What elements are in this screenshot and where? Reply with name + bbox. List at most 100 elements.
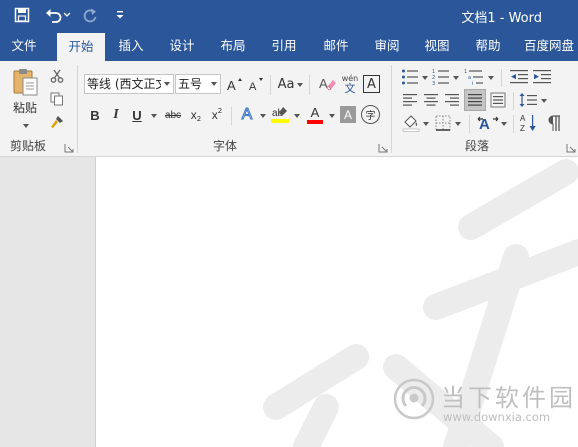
format-painter-button[interactable] <box>48 113 66 131</box>
document-title: 文档1 - Word <box>461 11 542 26</box>
highlight-button[interactable]: ab <box>270 104 290 126</box>
font-name-dropdown-icon[interactable] <box>161 75 173 93</box>
bold-button[interactable]: B <box>86 105 104 125</box>
highlighter-icon: ab <box>271 107 289 123</box>
change-case-button[interactable]: Aa <box>276 74 296 94</box>
group-separator <box>77 65 78 153</box>
tab-view[interactable]: 视图 <box>414 30 460 61</box>
character-shading-button[interactable]: A <box>340 106 356 123</box>
shading-dropdown-icon[interactable] <box>423 122 429 126</box>
align-center-button[interactable] <box>421 90 441 110</box>
bullets-button[interactable] <box>400 67 420 87</box>
sort-button[interactable]: AZ <box>519 112 539 134</box>
customize-qat-icon[interactable] <box>110 5 130 25</box>
bullets-icon <box>402 69 418 85</box>
grow-font-button[interactable]: A <box>226 75 244 93</box>
phonetic-guide-button[interactable]: wén 文 <box>341 72 359 96</box>
font-launcher-icon[interactable] <box>378 142 388 153</box>
svg-text:A: A <box>227 78 236 92</box>
tab-file[interactable]: 文件 <box>0 30 48 61</box>
distributed-button[interactable] <box>488 90 508 110</box>
svg-text:i: i <box>472 81 473 86</box>
font-separator <box>270 75 271 95</box>
tab-insert[interactable]: 插入 <box>108 30 154 61</box>
watermark-url: www.downxia.com <box>443 410 551 424</box>
clear-formatting-button[interactable]: A <box>318 74 338 94</box>
decrease-indent-button[interactable] <box>509 67 529 87</box>
paste-button[interactable]: 粘贴 <box>8 67 42 119</box>
paragraph-separator <box>513 115 514 133</box>
multilevel-list-icon: 1ai <box>464 69 483 86</box>
tab-design[interactable]: 设计 <box>159 30 205 61</box>
subscript-button[interactable]: x2 <box>187 105 205 125</box>
paste-label: 粘贴 <box>12 101 37 115</box>
underline-button[interactable]: U <box>128 105 146 125</box>
paragraph-separator <box>501 69 502 87</box>
font-name-select[interactable]: 等线 (西文正文) <box>84 74 174 94</box>
tab-review[interactable]: 审阅 <box>364 30 410 61</box>
show-formatting-marks-button[interactable] <box>544 112 564 134</box>
paste-dropdown-icon[interactable] <box>23 124 29 128</box>
phonetic-guide-bottom: 文 <box>344 81 356 95</box>
superscript-button[interactable]: x2 <box>208 105 226 125</box>
tab-help[interactable]: 帮助 <box>465 30 511 61</box>
borders-dropdown-icon[interactable] <box>455 122 461 126</box>
undo-icon[interactable] <box>44 5 64 25</box>
highlight-dropdown-icon[interactable] <box>294 114 300 118</box>
tab-baidu-netdisk[interactable]: 百度网盘 <box>520 30 578 61</box>
numbering-button[interactable]: 123 <box>431 67 451 87</box>
text-effects-button[interactable]: A <box>238 105 256 125</box>
shading-button[interactable] <box>401 113 421 133</box>
font-color-dropdown-icon[interactable] <box>329 114 335 118</box>
cut-button[interactable] <box>48 67 66 85</box>
paragraph-group-label: 段落 <box>465 139 490 153</box>
copy-button[interactable] <box>48 90 66 108</box>
shrink-font-icon: A <box>249 78 263 92</box>
multilevel-list-dropdown-icon[interactable] <box>488 76 494 80</box>
character-border-button[interactable]: A <box>363 75 380 93</box>
increase-indent-icon <box>533 70 551 84</box>
paste-icon <box>13 69 38 96</box>
tab-references[interactable]: 引用 <box>261 30 307 61</box>
borders-icon <box>435 115 451 131</box>
numbering-dropdown-icon[interactable] <box>453 76 459 80</box>
font-color-button[interactable]: A <box>305 104 325 126</box>
font-size-dropdown-icon[interactable] <box>208 75 220 93</box>
watermark-logo-icon <box>393 378 435 423</box>
redo-icon[interactable] <box>80 5 100 25</box>
svg-text:A: A <box>249 81 257 92</box>
tab-layout[interactable]: 布局 <box>210 30 256 61</box>
borders-button[interactable] <box>433 113 453 133</box>
shrink-font-button[interactable]: A <box>247 75 265 93</box>
grow-font-icon: A <box>227 78 242 92</box>
font-size-value: 五号 <box>178 77 203 91</box>
multilevel-list-button[interactable]: 1ai <box>463 67 485 87</box>
underline-dropdown-icon[interactable] <box>151 114 157 118</box>
paragraph-launcher-icon[interactable] <box>566 142 576 153</box>
tab-home[interactable]: 开始 <box>57 33 105 61</box>
align-right-button[interactable] <box>442 90 462 110</box>
clear-formatting-icon: A <box>319 76 336 91</box>
increase-indent-button[interactable] <box>532 67 552 87</box>
change-case-dropdown-icon[interactable] <box>297 83 303 87</box>
align-left-icon <box>403 94 417 106</box>
bullets-dropdown-icon[interactable] <box>422 76 428 80</box>
chinese-layout-dropdown-icon[interactable] <box>501 122 507 126</box>
align-left-button[interactable] <box>400 90 420 110</box>
justify-button[interactable] <box>464 89 486 111</box>
italic-button[interactable]: I <box>107 105 125 125</box>
font-size-select[interactable]: 五号 <box>175 74 221 94</box>
group-separator <box>391 65 392 153</box>
text-effects-dropdown-icon[interactable] <box>260 114 266 118</box>
enclose-characters-button[interactable]: 字 <box>361 105 380 124</box>
save-icon[interactable] <box>12 5 32 25</box>
chinese-layout-button[interactable]: A <box>476 112 500 134</box>
strikethrough-button[interactable]: abc <box>161 105 185 125</box>
line-spacing-button[interactable] <box>518 90 538 110</box>
undo-dropdown-icon[interactable] <box>62 5 72 25</box>
scissors-icon <box>50 69 64 83</box>
tab-mailings[interactable]: 邮件 <box>313 30 359 61</box>
font-color-swatch <box>307 120 323 124</box>
clipboard-launcher-icon[interactable] <box>64 142 74 153</box>
line-spacing-dropdown-icon[interactable] <box>541 99 547 103</box>
